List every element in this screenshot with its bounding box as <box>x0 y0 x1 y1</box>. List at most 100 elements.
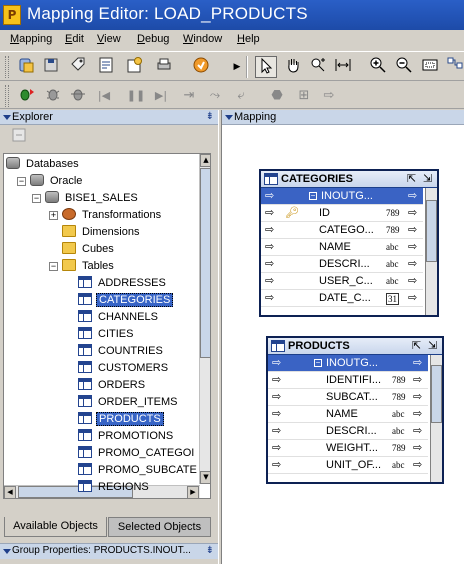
menu-view[interactable]: View <box>97 33 121 45</box>
operator-categories[interactable]: CATEGORIES ⇱ ⇲ ⇨ − INOUTG... ⇨ ⇨ 🔑︎ ID 7… <box>259 169 439 317</box>
tree-item-cities[interactable]: CITIES <box>78 326 135 343</box>
tree-item-oracle[interactable]: − Oracle <box>17 173 84 190</box>
output-arrow-icon[interactable]: ⇨ <box>413 423 422 439</box>
tab-available-objects[interactable]: Available Objects <box>4 517 107 537</box>
output-arrow-icon[interactable]: ⇨ <box>408 239 417 255</box>
save-icon[interactable] <box>40 56 62 78</box>
step-forward-icon[interactable]: ▶| <box>150 85 172 107</box>
collapse-triangle-icon[interactable] <box>3 115 11 120</box>
attribute-row[interactable]: ⇨ DATE_C... 31 ⇨ <box>261 290 423 307</box>
zoom-in-icon[interactable] <box>367 56 389 78</box>
resume-icon[interactable]: ⇨ <box>318 85 340 107</box>
debug-bug-icon[interactable] <box>42 85 64 107</box>
attribute-row[interactable]: ⇨ CATEGO... 789 ⇨ <box>261 222 423 239</box>
attribute-row[interactable]: ⇨ UNIT_OF... abc ⇨ <box>268 457 428 474</box>
menu-mapping[interactable]: Mapping <box>10 33 52 45</box>
explorer-panel-header[interactable]: Explorer ⇟ <box>0 110 218 125</box>
output-arrow-icon[interactable]: ⇨ <box>413 440 422 456</box>
scroll-up-icon[interactable]: ▲ <box>200 154 210 167</box>
operator-scroll-thumb[interactable] <box>426 200 437 262</box>
explorer-action-icon[interactable] <box>8 127 30 149</box>
input-arrow-icon[interactable]: ⇨ <box>272 423 281 439</box>
step-into-icon[interactable]: ⇥ <box>178 85 200 107</box>
output-arrow-icon[interactable]: ⇨ <box>408 222 417 238</box>
collapse-group-icon[interactable]: − <box>314 359 322 367</box>
group-row[interactable]: ⇨ − INOUTG... ⇨ <box>268 355 428 372</box>
tree-item-cubes[interactable]: Cubes <box>62 241 116 258</box>
step-back-icon[interactable]: |◀ <box>93 85 115 107</box>
properties-icon[interactable] <box>95 56 117 78</box>
start-debug-icon[interactable] <box>15 85 37 107</box>
tree-item-products[interactable]: PRODUCTS <box>78 411 164 428</box>
input-arrow-icon[interactable]: ⇨ <box>272 406 281 422</box>
attribute-row[interactable]: ⇨ NAME abc ⇨ <box>268 406 428 423</box>
minimize-icon[interactable]: ⇲ <box>423 172 432 185</box>
step-over-icon[interactable]: ⤳ <box>204 85 226 107</box>
operator-products[interactable]: PRODUCTS ⇱ ⇲ ⇨ − INOUTG... ⇨ ⇨ IDENTIFI.… <box>266 336 444 484</box>
menu-debug[interactable]: Debug <box>137 33 169 45</box>
auto-map-icon[interactable] <box>307 56 329 78</box>
debug-stop-bug-icon[interactable] <box>67 85 89 107</box>
tree-item-transformations[interactable]: + Transformations <box>49 207 163 224</box>
menu-window[interactable]: Window <box>183 33 222 45</box>
generate-icon[interactable] <box>124 56 146 78</box>
maximize-icon[interactable]: ⇱ <box>412 339 421 352</box>
attribute-row[interactable]: ⇨ NAME abc ⇨ <box>261 239 423 256</box>
attribute-row[interactable]: ⇨ DESCRI... abc ⇨ <box>268 423 428 440</box>
tree-item-databases[interactable]: Databases <box>6 156 81 173</box>
tab-selected-objects[interactable]: Selected Objects <box>108 517 211 537</box>
print-icon[interactable] <box>153 56 175 78</box>
tree-item-addresses[interactable]: ADDRESSES <box>78 275 168 292</box>
pin-icon[interactable]: ⇟ <box>206 111 214 122</box>
scroll-right-icon[interactable]: ▶ <box>187 486 199 498</box>
tree-item-countries[interactable]: COUNTRIES <box>78 343 165 360</box>
collapse-icon[interactable]: − <box>17 177 26 186</box>
tree-item-customers[interactable]: CUSTOMERS <box>78 360 170 377</box>
collapse-icon[interactable]: − <box>49 262 58 271</box>
input-arrow-icon[interactable]: ⇨ <box>265 273 274 289</box>
attribute-row[interactable]: ⇨ 🔑︎ ID 789 ⇨ <box>261 205 423 222</box>
pan-hand-icon[interactable] <box>282 56 304 78</box>
output-arrow-icon[interactable]: ⇨ <box>413 406 422 422</box>
collapse-icon[interactable]: − <box>32 194 41 203</box>
output-arrow-icon[interactable]: ⇨ <box>408 188 417 204</box>
toolbar-grip[interactable] <box>5 85 9 107</box>
step-out-icon[interactable]: ⤶ <box>230 85 252 107</box>
tree-item-order-items[interactable]: ORDER_ITEMS <box>78 394 179 411</box>
fit-page-icon[interactable] <box>419 56 441 78</box>
input-arrow-icon[interactable]: ⇨ <box>265 222 274 238</box>
operator-header[interactable]: CATEGORIES ⇱ ⇲ <box>261 171 437 188</box>
layout-icon[interactable] <box>444 56 464 78</box>
watch-icon[interactable]: ⊞ <box>293 85 315 107</box>
collapse-triangle-icon[interactable] <box>3 549 11 554</box>
input-arrow-icon[interactable]: ⇨ <box>265 256 274 272</box>
group-row[interactable]: ⇨ − INOUTG... ⇨ <box>261 188 423 205</box>
menu-help[interactable]: Help <box>237 33 260 45</box>
output-arrow-icon[interactable]: ⇨ <box>408 256 417 272</box>
select-pointer-icon[interactable] <box>255 56 277 78</box>
tree-item-promo-categoi[interactable]: PROMO_CATEGOI <box>78 445 196 462</box>
tree-item-tables[interactable]: − Tables <box>49 258 116 275</box>
operator-scrollbar[interactable] <box>430 355 442 482</box>
tree-item-promotions[interactable]: PROMOTIONS <box>78 428 175 445</box>
output-arrow-icon[interactable]: ⇨ <box>408 273 417 289</box>
breakpoint-icon[interactable]: ⬣ <box>266 85 288 107</box>
attribute-row[interactable]: ⇨ SUBCAT... 789 ⇨ <box>268 389 428 406</box>
input-arrow-icon[interactable]: ⇨ <box>265 239 274 255</box>
database-objects-icon[interactable] <box>15 56 37 78</box>
zoom-out-icon[interactable] <box>393 56 415 78</box>
group-properties-header[interactable]: Group Properties: PRODUCTS.INOUT... ⇟ <box>0 543 218 559</box>
tree-item-categories[interactable]: CATEGORIES <box>78 292 174 309</box>
scroll-left-icon[interactable]: ◀ <box>4 486 16 498</box>
pause-icon[interactable]: ❚❚ <box>125 85 147 107</box>
toolbar-overflow-arrow-icon[interactable]: ▶ <box>226 56 248 78</box>
input-arrow-icon[interactable]: ⇨ <box>272 389 281 405</box>
attribute-row[interactable]: ⇨ USER_C... abc ⇨ <box>261 273 423 290</box>
pin-icon[interactable]: ⇟ <box>206 545 214 556</box>
collapse-group-icon[interactable]: − <box>309 192 317 200</box>
attribute-row[interactable]: ⇨ DESCRI... abc ⇨ <box>261 256 423 273</box>
tree-vertical-scrollbar[interactable]: ▲ ▼ <box>199 154 210 484</box>
expand-icon[interactable]: + <box>49 211 58 220</box>
tree-item-regions[interactable]: REGIONS <box>78 479 151 496</box>
mapping-panel-header[interactable]: Mapping <box>222 110 464 125</box>
